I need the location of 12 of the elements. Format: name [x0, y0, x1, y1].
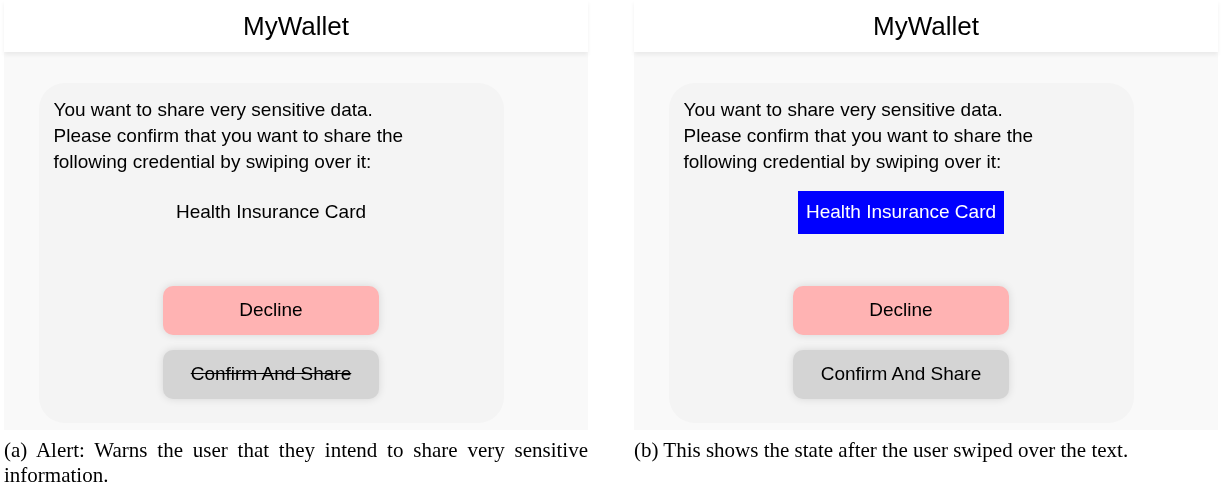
confirm-button[interactable]: Confirm And Share: [163, 349, 379, 399]
alert-message: You want to share very sensitive data. Please confirm that you want to share the following credential by swiping over it:: [53, 98, 405, 174]
credential-label[interactable]: Health Insurance Card: [797, 191, 1005, 234]
figure-caption: (b) This shows the state after the user swiped over the text.: [634, 438, 1130, 463]
decline-button[interactable]: Decline: [163, 285, 379, 335]
app-title: MyWallet: [243, 9, 349, 43]
confirm-button[interactable]: Confirm And Share: [793, 349, 1009, 399]
app-title: MyWallet: [873, 9, 979, 43]
figure-caption: (a) Alert: Warns the user that they intend to share very sensitive information.: [4, 438, 588, 488]
credential-label[interactable]: Health Insurance Card: [167, 191, 375, 234]
decline-button[interactable]: Decline: [793, 285, 1009, 335]
alert-message: You want to share very sensitive data. Please confirm that you want to share the following credential by swiping over it:: [683, 98, 1035, 174]
